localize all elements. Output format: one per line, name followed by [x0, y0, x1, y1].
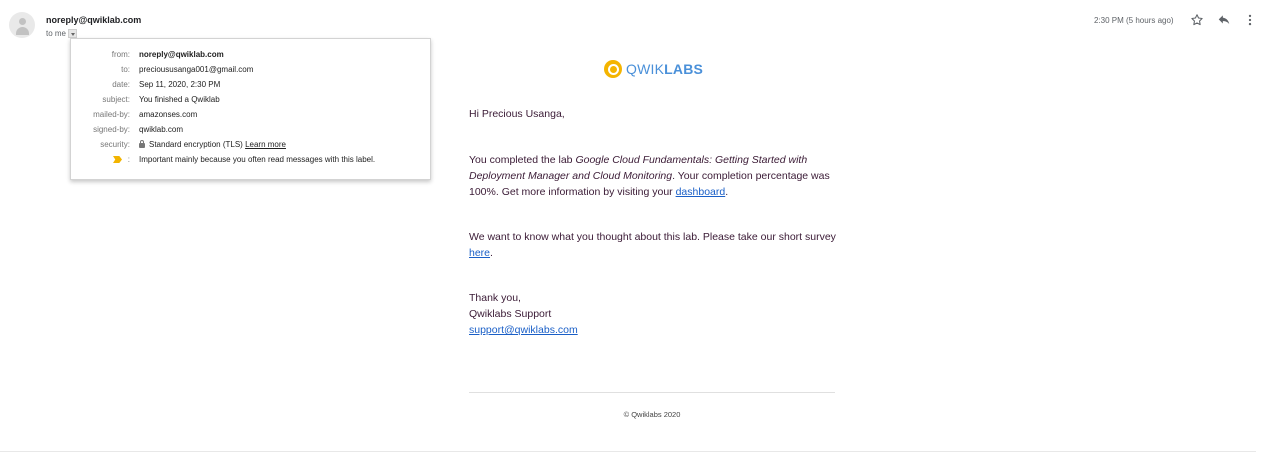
- importance-value: Important mainly because you often read …: [139, 155, 376, 164]
- message-bottom-border: [0, 451, 1256, 452]
- to-label: to:: [121, 65, 130, 74]
- survey-text-end: .: [490, 247, 493, 259]
- reply-icon[interactable]: [1217, 13, 1231, 27]
- subject-value: You finished a Qwiklab: [139, 95, 220, 104]
- detail-row-importance: : Important mainly because you often rea…: [71, 154, 432, 166]
- detail-row-security: security: Standard encryption (TLS) Lear…: [71, 139, 432, 151]
- survey-text: We want to know what you thought about t…: [469, 231, 836, 243]
- survey-link[interactable]: here: [469, 247, 490, 259]
- message-time: 2:30 PM (5 hours ago): [1094, 16, 1174, 25]
- qwiklabs-logo: QWIKLABS: [604, 60, 703, 78]
- from-label: from:: [111, 50, 130, 59]
- to-value: precioususanga001@gmail.com: [139, 65, 254, 74]
- greeting: Hi Precious Usanga,: [469, 108, 565, 120]
- completion-text-start: You completed the lab: [469, 154, 576, 166]
- support-email-link[interactable]: support@qwiklabs.com: [469, 324, 578, 336]
- qwiklabs-logo-icon: [604, 60, 622, 78]
- learn-more-link[interactable]: Learn more: [245, 140, 286, 149]
- subject-label: subject:: [102, 95, 130, 104]
- chevron-down-icon[interactable]: [68, 29, 78, 38]
- signed-by-value: qwiklab.com: [139, 125, 184, 134]
- star-icon[interactable]: [1190, 13, 1204, 27]
- thanks-text: Thank you,: [469, 292, 521, 304]
- date-value: Sep 11, 2020, 2:30 PM: [139, 80, 221, 89]
- from-value: noreply@qwiklab.com: [139, 50, 224, 59]
- dashboard-link[interactable]: dashboard: [676, 186, 726, 198]
- sender-name[interactable]: noreply@qwiklab.com: [46, 15, 141, 25]
- detail-row-signed-by: signed-by: qwiklab.com: [71, 124, 432, 136]
- detail-row-date: date: Sep 11, 2020, 2:30 PM: [71, 79, 432, 91]
- security-label: security:: [100, 140, 130, 149]
- date-label: date:: [112, 80, 130, 89]
- security-text: Standard encryption (TLS): [149, 140, 243, 149]
- copyright-text: © Qwiklabs 2020: [623, 410, 681, 419]
- detail-row-subject: subject: You finished a Qwiklab: [71, 94, 432, 106]
- lock-icon: [139, 140, 145, 148]
- completion-text-end: .: [725, 186, 729, 198]
- completion-paragraph: You completed the lab Google Cloud Funda…: [469, 152, 839, 200]
- detail-row-from: from: noreply@qwiklab.com: [71, 49, 432, 61]
- person-avatar-icon[interactable]: [9, 12, 35, 38]
- signed-by-label: signed-by:: [93, 125, 130, 134]
- message-details-popup: from: noreply@qwiklab.com to: preciousus…: [70, 38, 431, 180]
- importance-colon: :: [127, 155, 130, 164]
- signature: Thank you, Qwiklabs Support support@qwik…: [469, 290, 839, 338]
- logo-text-labs: LABS: [664, 61, 704, 77]
- mailed-by-label: mailed-by:: [93, 110, 130, 119]
- recipient-line: to me: [46, 29, 78, 38]
- more-vert-icon[interactable]: [1243, 13, 1257, 27]
- detail-row-to: to: precioususanga001@gmail.com: [71, 64, 432, 76]
- footer-divider: [469, 392, 835, 393]
- important-marker-icon: [113, 156, 122, 163]
- detail-row-mailed-by: mailed-by: amazonses.com: [71, 109, 432, 121]
- mailed-by-value: amazonses.com: [139, 110, 198, 119]
- team-name: Qwiklabs Support: [469, 308, 552, 320]
- to-me-label: to me: [46, 29, 67, 38]
- survey-paragraph: We want to know what you thought about t…: [469, 229, 839, 261]
- logo-text-qwik: QWIK: [626, 61, 665, 77]
- security-value: Standard encryption (TLS) Learn more: [139, 139, 286, 151]
